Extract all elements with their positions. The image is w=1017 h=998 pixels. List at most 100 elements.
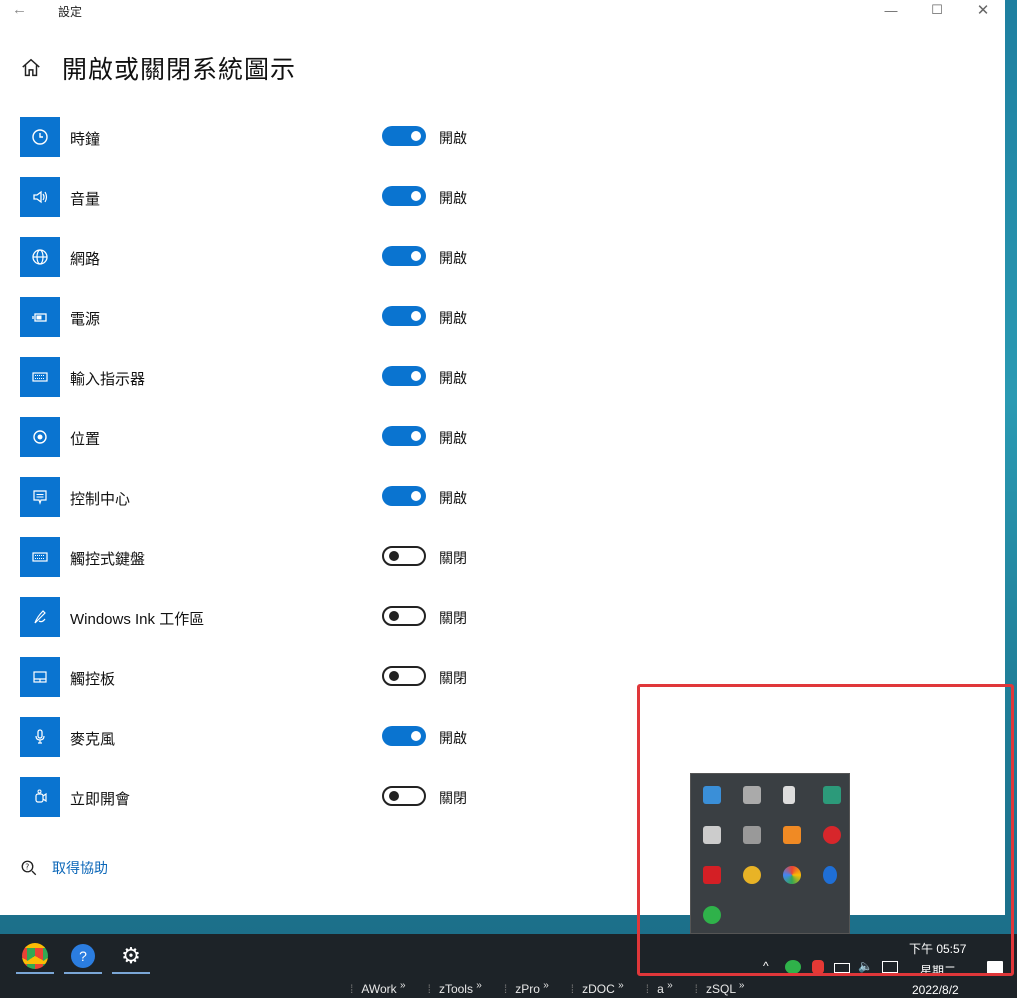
- toolbar-3[interactable]: ⁞ zDOC »: [571, 980, 624, 996]
- toolbar-4[interactable]: ⁞ a »: [646, 980, 673, 996]
- chrome-icon: [22, 943, 48, 969]
- toolbar-label: zPro: [515, 982, 540, 996]
- toggle-state-label: 開啟: [439, 250, 467, 266]
- setting-row: 麥克風 開啟: [20, 717, 500, 777]
- toggle-state-label: 開啟: [439, 430, 467, 446]
- chevron-icon[interactable]: »: [400, 980, 406, 991]
- toggle-knob: [411, 491, 421, 501]
- close-button[interactable]: ✕: [960, 0, 1006, 20]
- chevron-icon[interactable]: »: [667, 980, 673, 991]
- meet-now-icon: [20, 777, 60, 817]
- setting-label: 位置: [70, 431, 101, 448]
- toggle-knob: [389, 671, 399, 681]
- active-indicator: [64, 972, 102, 974]
- toggle-switch[interactable]: [382, 666, 426, 686]
- toggle-state-label: 開啟: [439, 490, 467, 506]
- toolbar-1[interactable]: ⁞ zTools »: [428, 980, 482, 996]
- toolbar-2[interactable]: ⁞ zPro »: [504, 980, 549, 996]
- clock-icon: [20, 117, 60, 157]
- setting-label: 音量: [70, 191, 101, 208]
- chevron-icon[interactable]: »: [739, 980, 745, 991]
- toggle-switch[interactable]: [382, 786, 426, 806]
- minimize-button[interactable]: —: [868, 0, 914, 20]
- action-center-icon: [20, 477, 60, 517]
- toggle-switch[interactable]: [382, 186, 426, 206]
- toggle-switch[interactable]: [382, 426, 426, 446]
- back-arrow-icon[interactable]: ←: [12, 1, 27, 18]
- setting-row: 位置 開啟: [20, 417, 500, 477]
- setting-row: 立即開會 關閉: [20, 777, 500, 837]
- setting-row: 觸控板 關閉: [20, 657, 500, 717]
- toolbar-grip[interactable]: ⁞: [571, 982, 574, 996]
- setting-label: 網路: [70, 251, 101, 268]
- toggle-knob: [411, 311, 421, 321]
- toggle-switch[interactable]: [382, 486, 426, 506]
- toggle-switch[interactable]: [382, 606, 426, 626]
- taskbar-chrome-button[interactable]: [14, 938, 56, 974]
- toggle-switch[interactable]: [382, 726, 426, 746]
- system-icon-list: 時鐘 開啟 音量 開啟 網路 開啟 電源 開啟 輸入指示器 開啟 位置 開啟 控制中心 開啟 觸控式鍵盤 關閉…: [20, 117, 500, 837]
- setting-label: 觸控板: [70, 671, 116, 688]
- toggle-knob: [411, 191, 421, 201]
- chevron-icon[interactable]: »: [543, 980, 549, 991]
- toggle-switch[interactable]: [382, 126, 426, 146]
- setting-label: 控制中心: [70, 491, 131, 508]
- toggle-switch[interactable]: [382, 246, 426, 266]
- toggle-switch[interactable]: [382, 306, 426, 326]
- volume-icon: [20, 177, 60, 217]
- chevron-icon[interactable]: »: [618, 980, 624, 991]
- battery-icon: [20, 297, 60, 337]
- toggle-knob: [411, 431, 421, 441]
- taskbar-toolbars: ⁞ AWork » ⁞ zTools » ⁞ zPro » ⁞ zDOC » ⁞ a » ⁞ zSQL…: [350, 980, 766, 996]
- touch-keyboard-icon: [20, 537, 60, 577]
- toolbar-label: a: [657, 982, 664, 996]
- setting-label: 輸入指示器: [70, 371, 146, 388]
- setting-row: 時鐘 開啟: [20, 117, 500, 177]
- toolbar-grip[interactable]: ⁞: [350, 982, 353, 996]
- toggle-knob: [411, 371, 421, 381]
- clock-date[interactable]: 2022/8/2: [912, 983, 959, 997]
- page-header: 開啟或關閉系統圖示: [20, 50, 296, 86]
- taskbar-settings-button[interactable]: ⚙: [110, 938, 152, 974]
- toolbar-grip[interactable]: ⁞: [428, 982, 431, 996]
- toggle-knob: [389, 611, 399, 621]
- toggle-state-label: 開啟: [439, 130, 467, 146]
- toolbar-label: zSQL: [706, 982, 736, 996]
- chevron-icon[interactable]: »: [476, 980, 482, 991]
- setting-row: Windows Ink 工作區 關閉: [20, 597, 500, 657]
- toggle-state-label: 關閉: [439, 670, 467, 686]
- toggle-switch[interactable]: [382, 366, 426, 386]
- toggle-knob: [411, 131, 421, 141]
- pen-icon: [20, 597, 60, 637]
- setting-label: 觸控式鍵盤: [70, 551, 146, 568]
- setting-row: 音量 開啟: [20, 177, 500, 237]
- page-title: 開啟或關閉系統圖示: [62, 56, 297, 84]
- toggle-knob: [411, 251, 421, 261]
- setting-row: 網路 開啟: [20, 237, 500, 297]
- setting-label: 立即開會: [70, 791, 131, 808]
- home-icon[interactable]: [20, 57, 42, 79]
- setting-label: Windows Ink 工作區: [70, 611, 205, 628]
- setting-row: 觸控式鍵盤 關閉: [20, 537, 500, 597]
- chat-help-icon: ?: [21, 860, 37, 876]
- title-bar: ← 設定 — ☐ ✕: [0, 0, 1005, 22]
- setting-row: 控制中心 開啟: [20, 477, 500, 537]
- keyboard-icon: [20, 357, 60, 397]
- globe-icon: [20, 237, 60, 277]
- toggle-state-label: 關閉: [439, 790, 467, 806]
- toolbar-grip[interactable]: ⁞: [504, 982, 507, 996]
- red-highlight-box: [637, 684, 1014, 976]
- toolbar-5[interactable]: ⁞ zSQL »: [695, 980, 745, 996]
- maximize-button[interactable]: ☐: [914, 0, 960, 20]
- setting-row: 電源 開啟: [20, 297, 500, 357]
- get-help-link[interactable]: ? 取得協助: [20, 858, 108, 878]
- location-icon: [20, 417, 60, 457]
- toggle-state-label: 開啟: [439, 190, 467, 206]
- toggle-state-label: 開啟: [439, 730, 467, 746]
- taskbar-help-button[interactable]: ?: [62, 938, 104, 974]
- setting-label: 電源: [70, 311, 101, 328]
- toolbar-grip[interactable]: ⁞: [695, 982, 698, 996]
- toggle-switch[interactable]: [382, 546, 426, 566]
- toolbar-0[interactable]: ⁞ AWork »: [350, 980, 406, 996]
- toolbar-grip[interactable]: ⁞: [646, 982, 649, 996]
